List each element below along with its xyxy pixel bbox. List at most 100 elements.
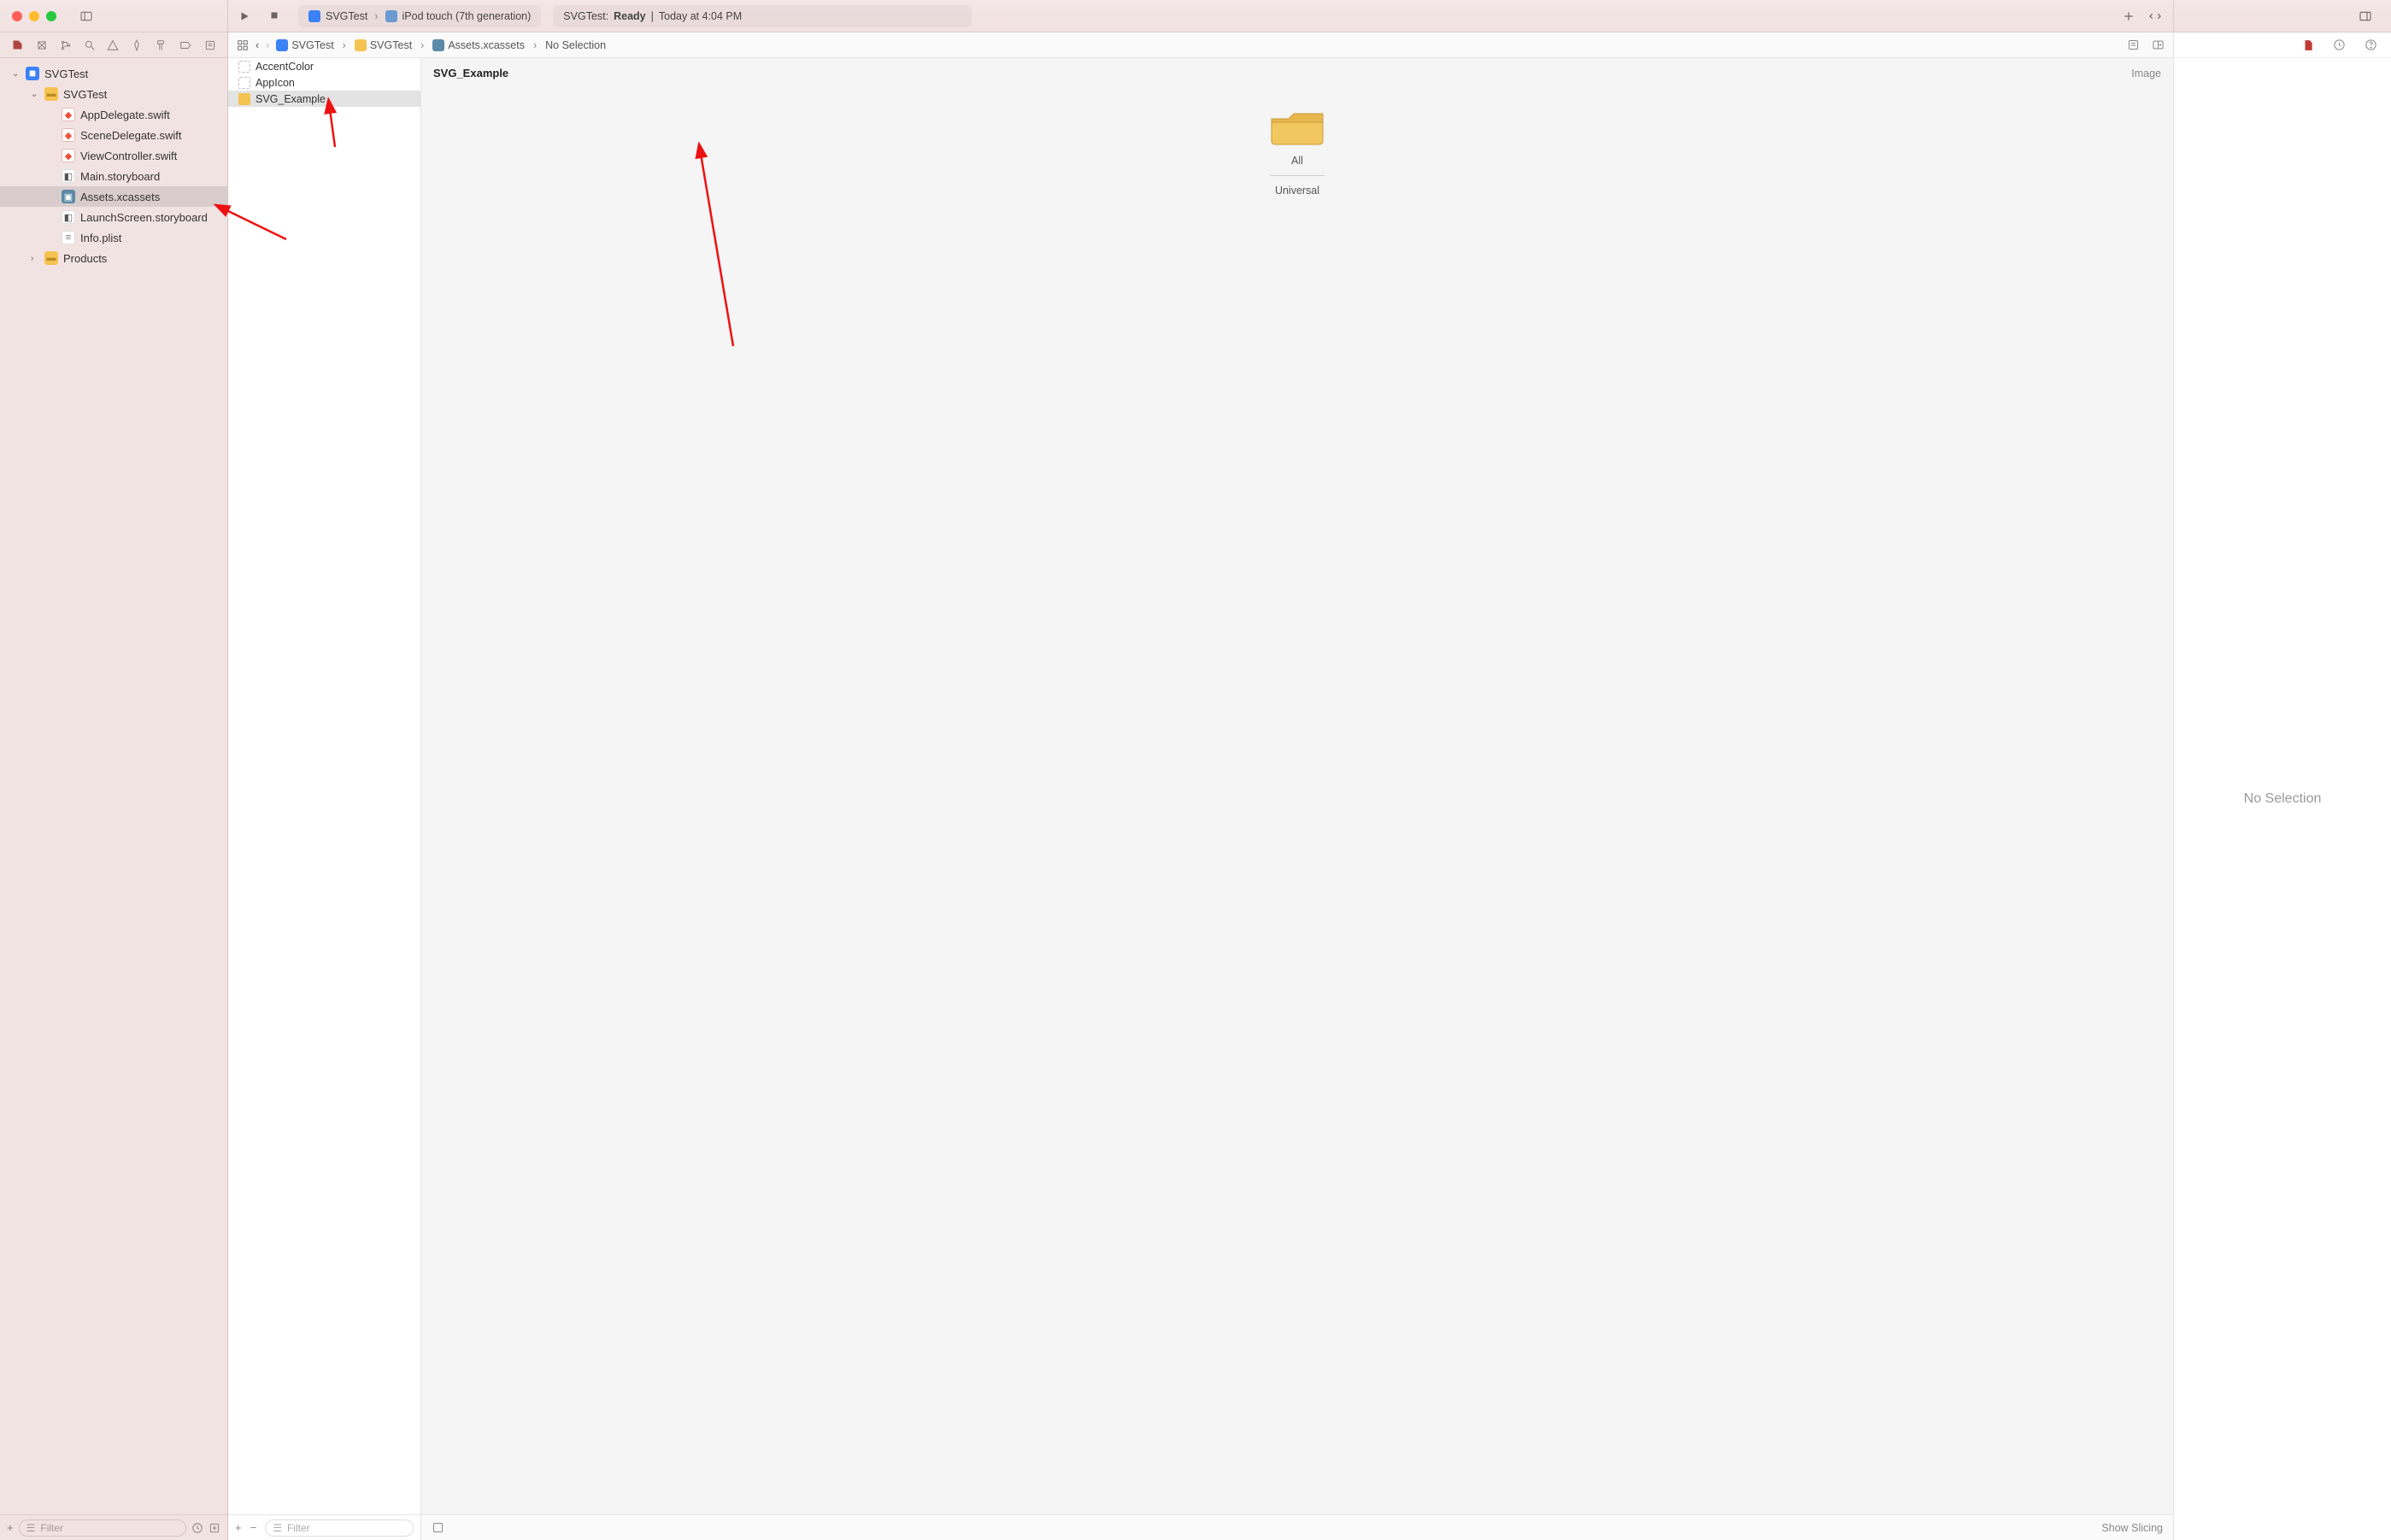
remove-asset-icon[interactable]: − [250,1521,257,1534]
report-navigator-tab-icon[interactable] [204,39,216,51]
asset-canvas[interactable]: SVG_Example Image All Universal [421,58,2173,1540]
asset-outline[interactable]: AccentColor AppIcon SVG_Example + − ☰ Fi… [228,58,421,1540]
tree-file-label: AppDelegate.swift [80,109,170,121]
history-inspector-tab-icon[interactable] [2333,38,2346,51]
xcode-project-icon [276,39,288,51]
tree-file[interactable]: ◧Main.storyboard [0,166,227,186]
asset-item-label: AppIcon [256,77,295,89]
plist-file-icon: ≡ [62,231,75,244]
breakpoint-navigator-tab-icon[interactable] [179,39,192,51]
canvas-view-mode-icon[interactable] [432,1521,444,1534]
slot-idiom-label: Universal [1275,185,1319,197]
color-set-icon [238,61,250,73]
tree-root-label: SVGTest [44,68,88,80]
navigator-tab-bar[interactable] [0,32,227,58]
zoom-window-icon[interactable] [46,11,56,21]
debug-navigator-tab-icon[interactable] [155,39,167,51]
canvas-body: All Universal [421,88,2173,1514]
chevron-right-icon: › [341,39,348,51]
tree-group[interactable]: ⌄ ▬ SVGTest [0,84,227,104]
jump-crumb-project[interactable]: SVGTest [276,39,333,51]
tree-products-group[interactable]: › ▬ Products [0,248,227,268]
asset-item-appicon[interactable]: AppIcon [228,74,420,91]
file-inspector-tab-icon[interactable] [2302,38,2314,52]
canvas-footer: Show Slicing [421,1514,2173,1540]
asset-item-label: SVG_Example [256,93,326,105]
add-asset-icon[interactable]: + [235,1521,242,1534]
jump-bar[interactable]: ‹ › SVGTest › SVGTest › Assets.xcassets … [228,32,2173,58]
editor-options-icon[interactable] [2127,38,2140,51]
window-traffic-lights[interactable] [12,11,56,21]
scm-filter-icon[interactable] [209,1522,220,1534]
storyboard-file-icon: ◧ [62,210,75,224]
activity-status[interactable]: SVGTest: Ready | Today at 4:04 PM [553,5,972,27]
crumb-label: SVGTest [291,39,333,51]
asset-filter-field[interactable]: ☰ Filter [265,1519,414,1537]
chevron-right-icon: › [373,10,379,22]
scheme-project-label: SVGTest [326,10,367,22]
chevron-right-icon: › [419,39,426,51]
assets-catalog-icon: ▣ [62,190,75,203]
tree-file-label: Assets.xcassets [80,191,160,203]
status-project-label: SVGTest: [563,10,608,22]
library-icon[interactable] [2359,9,2372,23]
scheme-device-label: iPod touch (7th generation) [402,10,532,22]
jump-crumb-assets[interactable]: Assets.xcassets [432,39,525,51]
chevron-right-icon[interactable]: › [31,254,39,263]
tree-file-label: Main.storyboard [80,170,160,183]
help-inspector-tab-icon[interactable] [2365,38,2377,51]
inspector-panel: No Selection [2173,32,2391,1540]
show-slicing-button[interactable]: Show Slicing [2101,1522,2163,1534]
titlebar-right [2173,0,2391,32]
tree-file[interactable]: ◆SceneDelegate.swift [0,125,227,145]
chevron-down-icon[interactable]: ⌄ [31,90,39,99]
tree-file-label: SceneDelegate.swift [80,129,182,142]
navigator-filter-field[interactable]: ☰ Filter [19,1519,186,1537]
slot-scale-label: All [1291,155,1303,167]
tree-file[interactable]: ≡Info.plist [0,227,227,248]
related-items-icon[interactable] [237,39,249,51]
stop-button-icon[interactable] [269,10,279,22]
tree-file[interactable]: ◆ ViewController.swift [0,145,227,166]
find-navigator-tab-icon[interactable] [84,39,96,51]
close-window-icon[interactable] [12,11,22,21]
tree-products-label: Products [63,252,107,265]
source-control-tab-icon[interactable] [36,39,48,51]
asset-item-svg-example[interactable]: SVG_Example [228,91,420,107]
slot-divider [1270,175,1325,176]
project-tree[interactable]: ⌄ SVGTest ⌄ ▬ SVGTest ◆AppDelegate.swift… [0,58,227,1514]
toggle-navigator-icon[interactable] [79,9,93,23]
scheme-device-icon [385,10,397,22]
asset-item-accentcolor[interactable]: AccentColor [228,58,420,74]
run-button-icon[interactable] [238,10,250,22]
add-file-icon[interactable]: + [7,1521,14,1534]
symbol-navigator-tab-icon[interactable] [60,39,72,51]
tree-file[interactable]: ◧LaunchScreen.storyboard [0,207,227,227]
tree-file-assets[interactable]: ▣ Assets.xcassets [0,186,227,207]
test-navigator-tab-icon[interactable] [131,39,143,51]
canvas-header: SVG_Example Image [421,58,2173,88]
tree-project-root[interactable]: ⌄ SVGTest [0,63,227,84]
tree-file[interactable]: ◆AppDelegate.swift [0,104,227,125]
project-navigator-tab-icon[interactable] [11,38,24,51]
tree-file-label: ViewController.swift [80,150,177,162]
add-tab-icon[interactable] [2122,9,2135,23]
crumb-label: SVGTest [370,39,412,51]
add-editor-icon[interactable] [2152,38,2165,51]
nav-forward-icon[interactable]: › [266,39,269,51]
chevron-down-icon[interactable]: ⌄ [12,69,21,79]
scheme-selector[interactable]: SVGTest › iPod touch (7th generation) [298,5,541,27]
folder-icon: ▬ [44,87,58,101]
jump-crumb-selection[interactable]: No Selection [545,39,606,51]
inspector-empty-label: No Selection [2244,791,2322,807]
jump-crumb-group[interactable]: SVGTest [355,39,412,51]
issue-navigator-tab-icon[interactable] [107,39,119,51]
inspector-tab-bar[interactable] [2174,32,2391,58]
code-review-icon[interactable] [2147,9,2163,23]
crumb-label: Assets.xcassets [448,39,525,51]
swift-file-icon: ◆ [62,149,75,162]
image-slot[interactable]: All Universal [1268,107,1326,1514]
minimize-window-icon[interactable] [29,11,39,21]
nav-back-icon[interactable]: ‹ [256,39,259,51]
recent-files-icon[interactable] [191,1522,203,1534]
